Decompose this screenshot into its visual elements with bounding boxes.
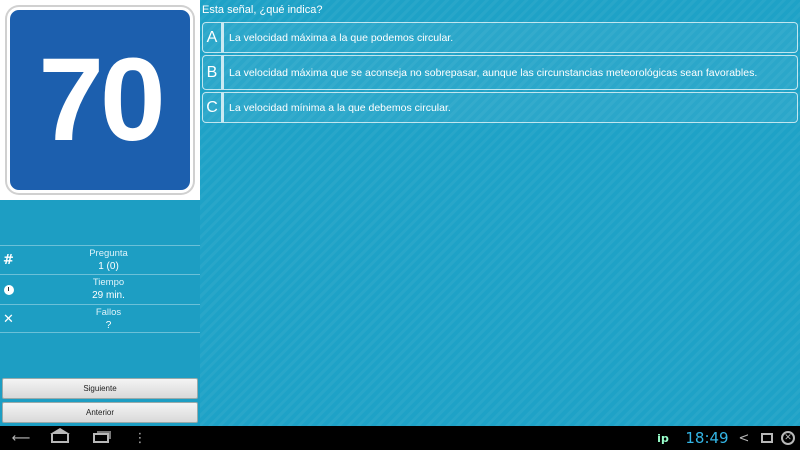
stat-tiempo-label: Tiempo (92, 277, 125, 288)
left-panel: 70 # Pregunta 1 (0) Tiempo 29 min. ✕ Fal… (0, 0, 200, 426)
option-letter: C (203, 93, 224, 122)
window-icon[interactable] (759, 426, 775, 450)
option-letter: A (203, 23, 224, 52)
stat-pregunta-label: Pregunta (89, 248, 128, 259)
speed-sign-image: 70 (7, 7, 193, 193)
ip-indicator: ip (657, 431, 669, 445)
stat-pregunta: # Pregunta 1 (0) (0, 245, 200, 274)
question-text: Esta señal, ¿qué indica? (202, 4, 323, 16)
sign-image-frame: 70 (0, 0, 200, 200)
app-screen: 70 # Pregunta 1 (0) Tiempo 29 min. ✕ Fal… (0, 0, 800, 426)
option-text: La velocidad máxima que se aconseja no s… (229, 66, 758, 79)
answer-option-c[interactable]: C La velocidad mínima a la que debemos c… (202, 92, 798, 123)
answer-option-b[interactable]: B La velocidad máxima que se aconseja no… (202, 55, 798, 90)
back-icon[interactable]: ⟵ (10, 426, 32, 450)
stat-tiempo: Tiempo 29 min. (0, 274, 200, 303)
clock-icon (0, 275, 17, 304)
answer-option-a[interactable]: A La velocidad máxima a la que podemos c… (202, 22, 798, 53)
hash-icon: # (3, 253, 14, 268)
sign-number: 70 (38, 34, 165, 166)
system-navigation-bar: ⟵ ⋮ ip 18:49 < ✕ (0, 426, 800, 450)
stat-fallos-value: ? (105, 320, 112, 331)
stat-fallos-label: Fallos (95, 307, 122, 318)
option-text: La velocidad mínima a la que debemos cir… (229, 101, 451, 114)
option-text: La velocidad máxima a la que podemos cir… (229, 31, 454, 44)
option-letter: B (203, 56, 224, 89)
share-icon[interactable]: < (737, 426, 751, 450)
close-icon[interactable]: ✕ (780, 426, 796, 450)
recent-apps-icon[interactable] (90, 426, 112, 450)
anterior-button[interactable]: Anterior (2, 402, 198, 423)
stat-fallos: ✕ Fallos ? (0, 304, 200, 333)
home-icon[interactable] (49, 426, 71, 450)
stat-tiempo-value: 29 min. (92, 290, 125, 301)
status-clock: 18:49 (685, 429, 729, 447)
stat-pregunta-value: 1 (0) (98, 261, 119, 272)
x-icon: ✕ (3, 312, 14, 327)
menu-dots-icon[interactable]: ⋮ (133, 426, 147, 450)
siguiente-button[interactable]: Siguiente (2, 378, 198, 399)
